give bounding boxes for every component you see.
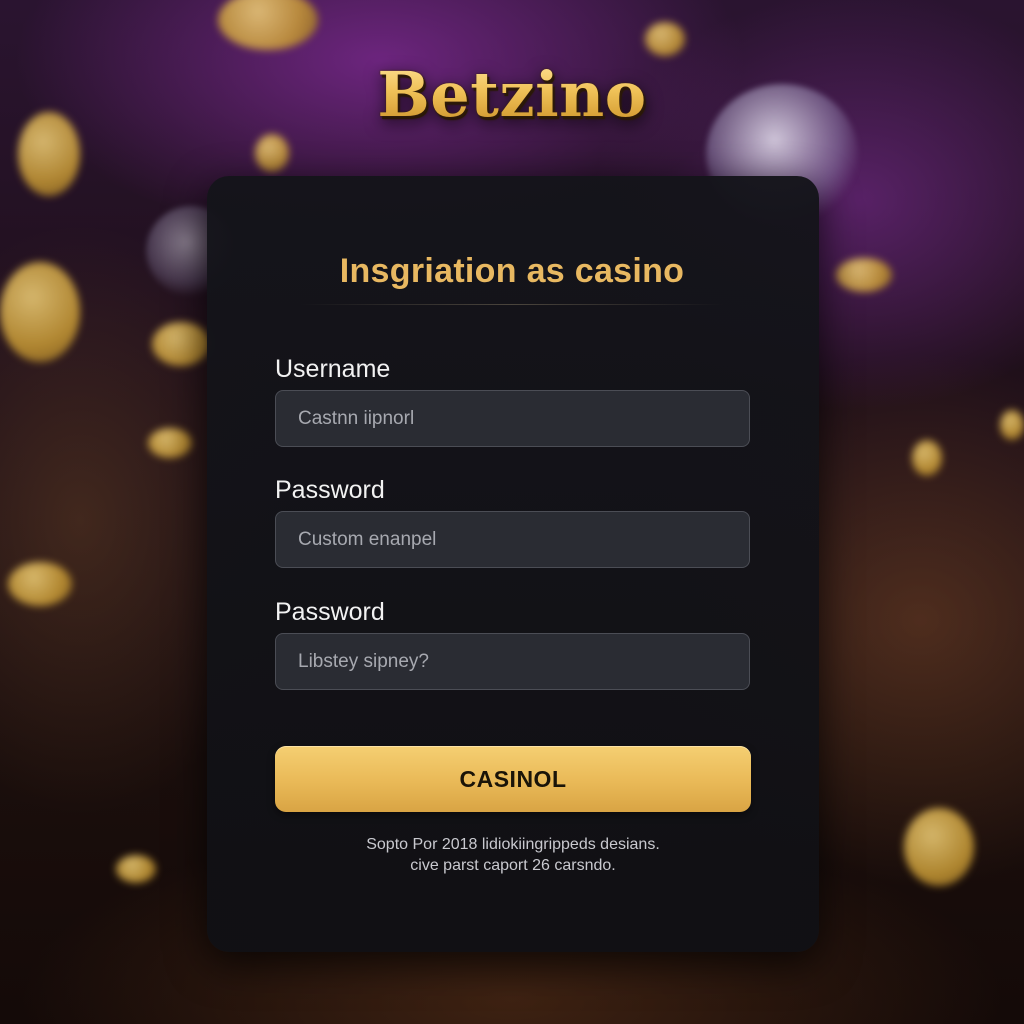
username-label: Username <box>275 355 391 383</box>
coin-decoration <box>255 134 289 172</box>
coin-decoration <box>904 808 974 886</box>
submit-button[interactable]: CASINOL <box>275 746 751 812</box>
coin-decoration <box>116 855 156 883</box>
password-input[interactable] <box>275 511 750 568</box>
coin-decoration <box>148 428 192 458</box>
coin-decoration <box>1000 410 1024 440</box>
coin-decoration <box>8 562 72 606</box>
coin-decoration <box>218 0 318 50</box>
footnote-line: Sopto Por 2018 lidiokiingrippeds desians… <box>366 836 660 853</box>
password-label: Password <box>275 476 385 504</box>
confirm-password-input[interactable] <box>275 633 750 690</box>
coin-decoration <box>645 22 685 56</box>
form-title: Insgriation as casino <box>339 252 685 290</box>
title-divider <box>300 304 724 305</box>
confirm-password-label: Password <box>275 598 385 626</box>
username-input[interactable] <box>275 390 750 447</box>
footnote-line: cive parst caport 26 carsndo. <box>410 857 616 874</box>
coin-decoration <box>912 440 942 476</box>
betzino-logo: Betzino <box>0 58 1024 131</box>
coin-decoration <box>152 322 210 366</box>
